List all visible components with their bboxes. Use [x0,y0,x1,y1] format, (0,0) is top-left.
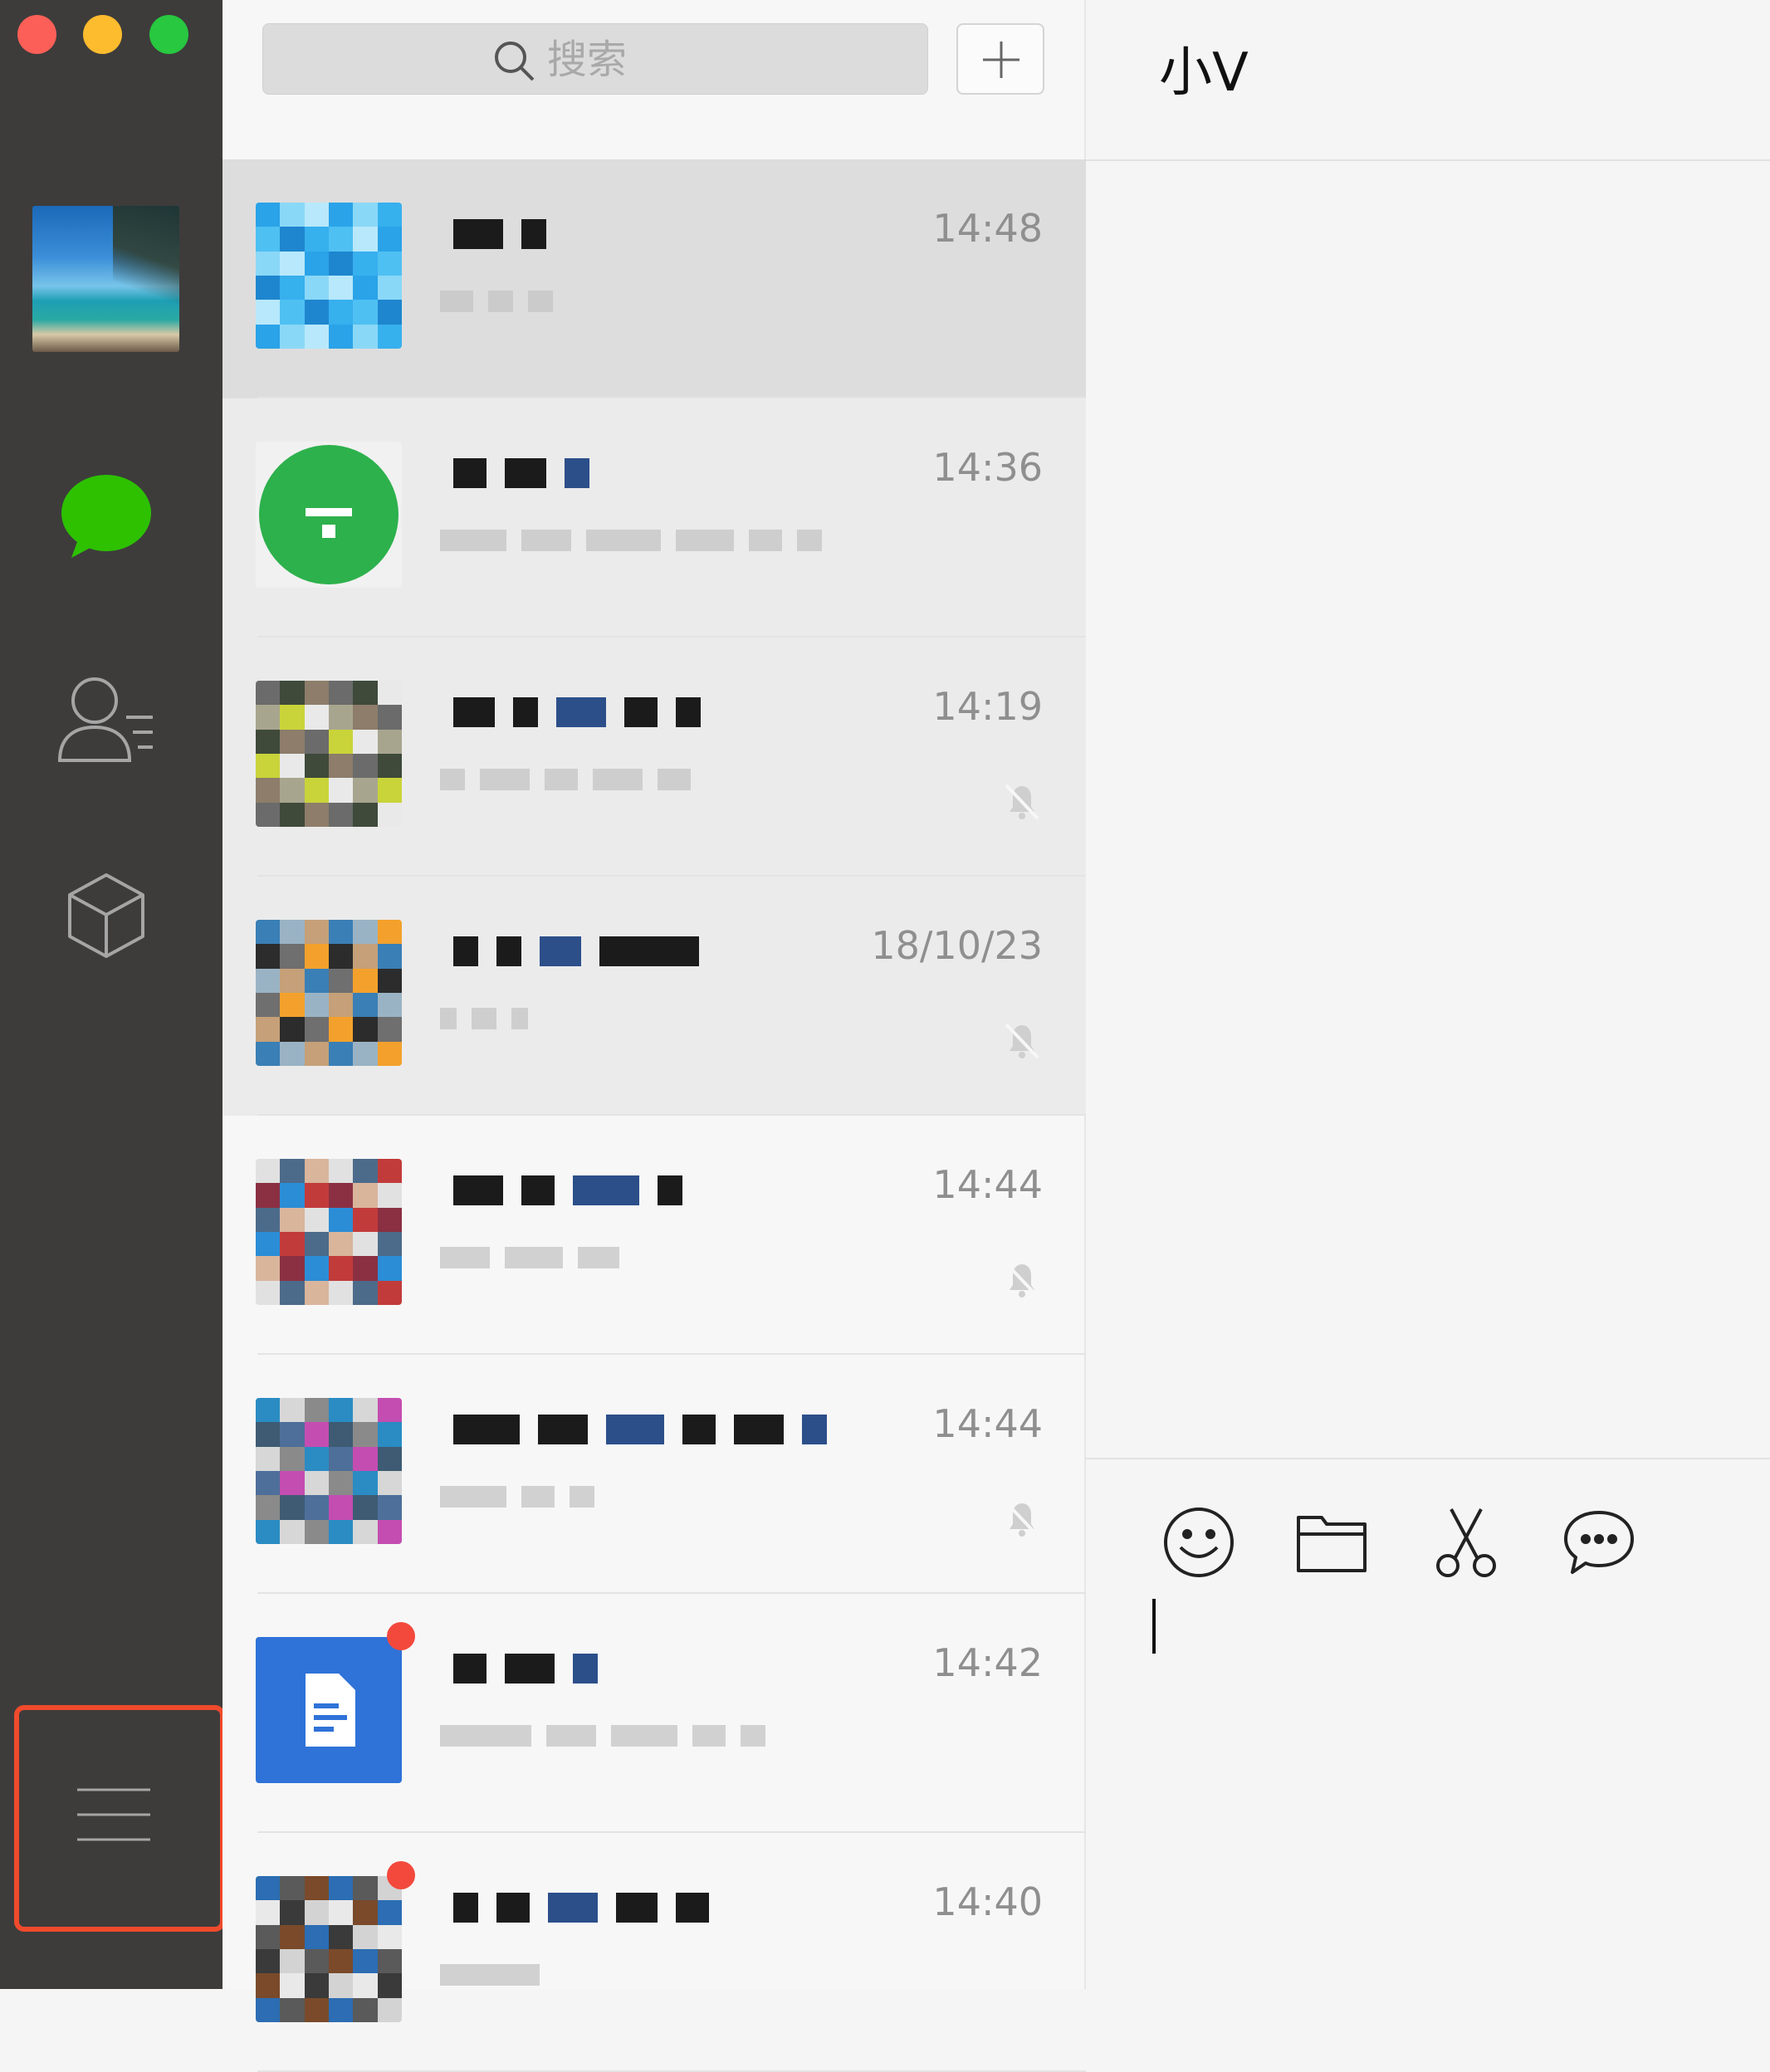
menu-button[interactable] [14,1705,225,1932]
chat-panel: 小V [1086,0,1770,1989]
user-avatar[interactable] [32,206,179,352]
conversation-row[interactable]: 14:44 [222,1355,1086,1594]
conversation-time: 14:19 [932,684,1043,729]
minimize-window-button[interactable] [83,15,122,54]
conversation-row[interactable]: 14:40 [222,1833,1086,2072]
zoom-window-button[interactable] [149,15,188,54]
conversation-name-obscured [453,1883,802,1928]
chat-title: 小V [1159,42,1249,104]
conversation-name-obscured [453,448,802,493]
conversation-row[interactable]: 18/10/23 [222,877,1086,1116]
conversation-time: 14:48 [932,206,1043,251]
box-icon[interactable] [66,872,146,958]
search-input[interactable]: 搜索 [262,23,928,95]
mute-bell-icon [1005,1262,1039,1298]
conversation-name-obscured [453,1405,827,1449]
conversation-time: 14:36 [932,445,1043,490]
plus-icon [983,42,1019,78]
search-placeholder: 搜索 [547,37,628,83]
conversation-name-obscured [453,1166,802,1210]
conversation-avatar [256,1398,402,1544]
emoji-icon[interactable] [1161,1504,1237,1581]
search-icon [495,42,535,81]
conversation-row[interactable]: 14:19 [222,638,1086,877]
mute-bell-icon [1005,784,1039,820]
conversation-row[interactable]: 14:42 [222,1594,1086,1833]
conversation-list-panel: 搜索 14:48 14:36 14:19 18/10/23 14:44 14:44 14:4… [222,0,1086,2072]
close-window-button[interactable] [17,15,56,54]
conversation-row[interactable]: 14:44 [222,1116,1086,1355]
unread-badge [387,1622,415,1650]
conversation-name-obscured [453,926,802,971]
conversation-time: 14:40 [932,1879,1043,1924]
unread-badge [387,1861,415,1889]
conversation-row[interactable]: 14:36 [222,398,1086,638]
chat-bubble-icon[interactable] [60,472,153,564]
conversation-avatar [256,442,402,588]
scissors-icon[interactable] [1428,1504,1504,1581]
conversation-avatar [256,681,402,827]
conversation-name-obscured [453,687,802,732]
conversation-avatar [256,1637,402,1783]
conversation-name-obscured [453,209,802,254]
conversation-avatar [256,1876,402,2022]
conversation-time: 14:44 [932,1162,1043,1207]
menu-icon [77,1788,150,1841]
conversation-avatar [256,203,402,349]
header-divider [1086,159,1770,161]
conversation-avatar [256,920,402,1066]
input-divider [1086,1458,1770,1459]
conversation-row[interactable]: 14:48 [222,159,1086,398]
mute-bell-icon [1005,1023,1039,1059]
conversation-time: 18/10/23 [871,923,1043,968]
conversation-avatar [256,1159,402,1305]
app-sidebar [0,0,225,1989]
add-button[interactable] [956,23,1044,95]
message-input-caret[interactable] [1152,1599,1156,1654]
mute-bell-icon [1005,1501,1039,1537]
conversation-time: 14:42 [932,1640,1043,1685]
conversation-time: 14:44 [932,1401,1043,1446]
chat-history-icon[interactable] [1561,1504,1637,1581]
contacts-icon[interactable] [56,674,159,764]
folder-icon[interactable] [1293,1504,1370,1581]
conversation-name-obscured [453,1644,802,1688]
